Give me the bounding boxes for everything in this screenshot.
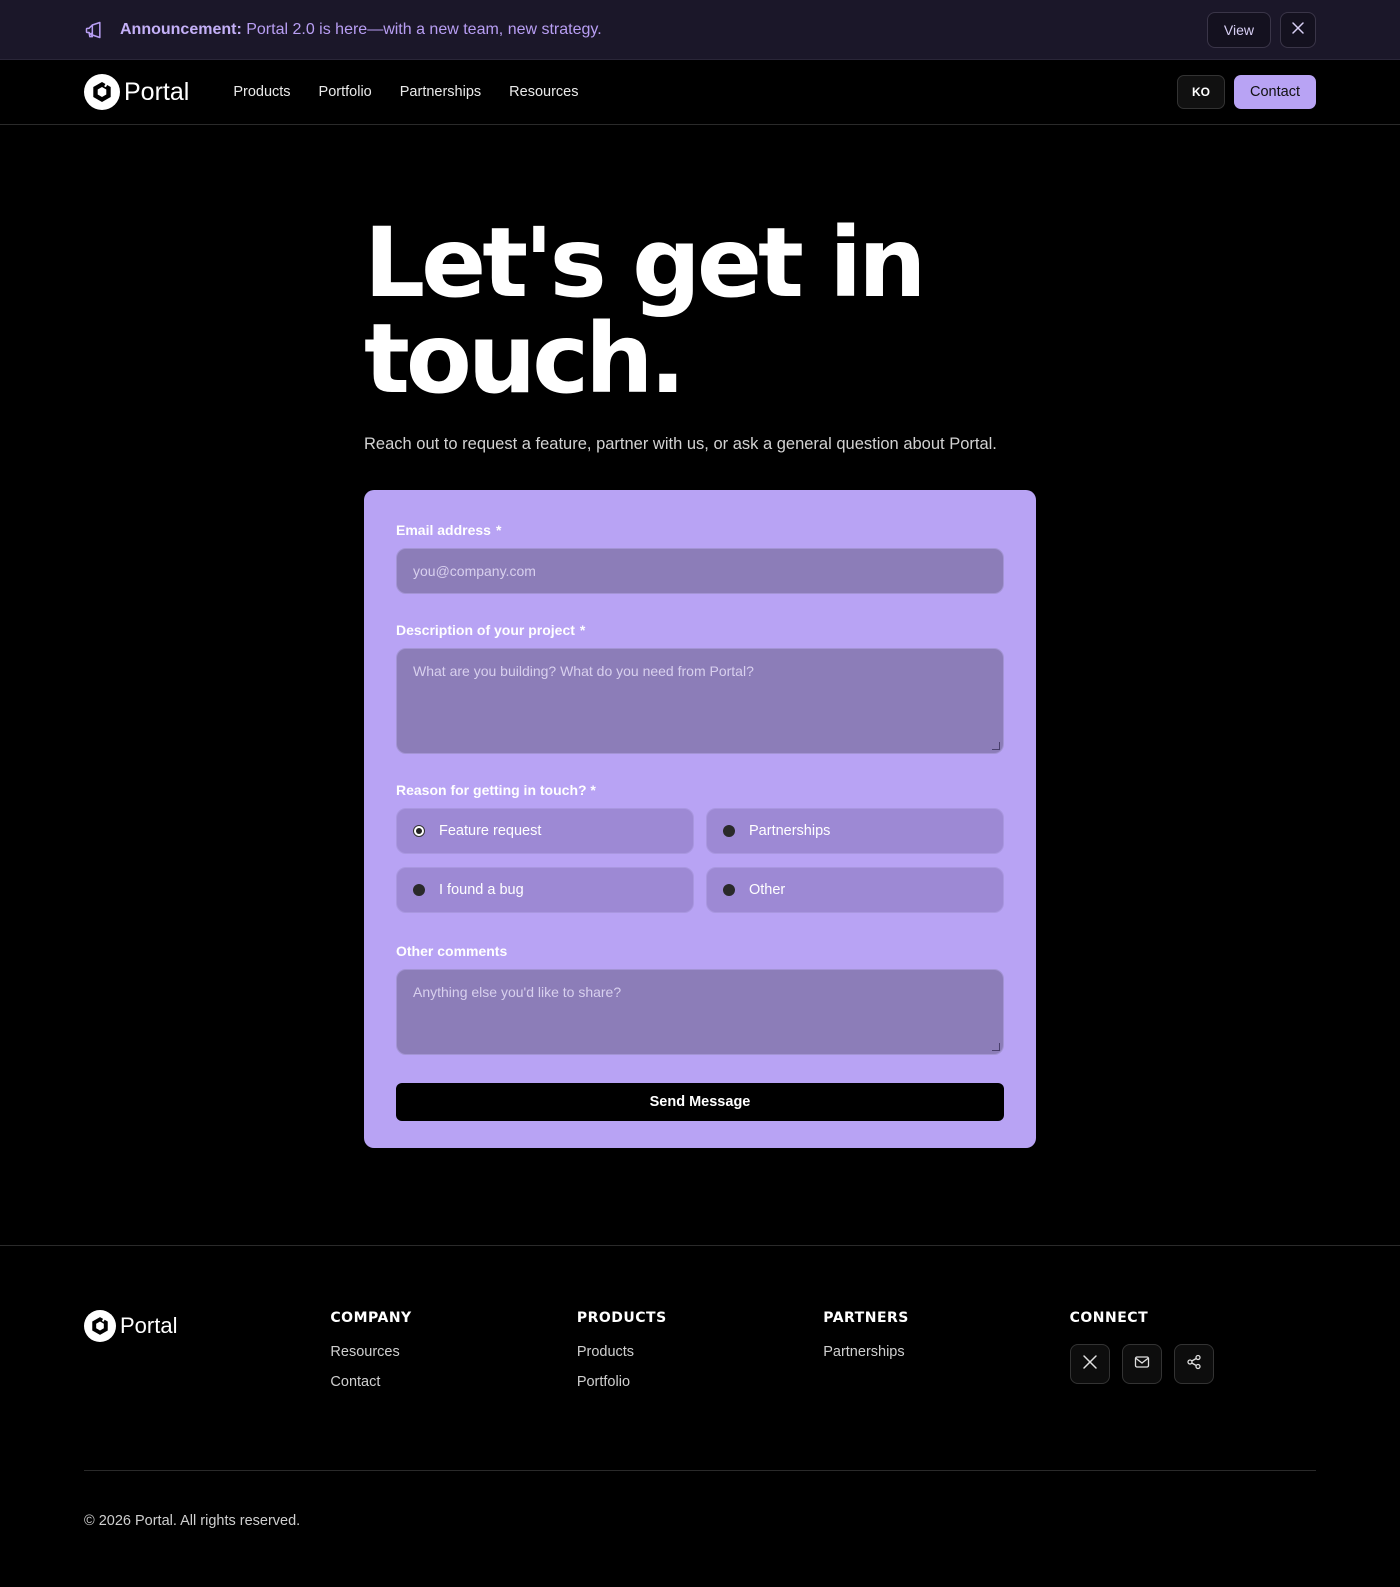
footer-heading: COMPANY bbox=[330, 1310, 412, 1326]
send-message-button[interactable]: Send Message bbox=[396, 1083, 1004, 1121]
contact-button[interactable]: Contact bbox=[1234, 75, 1316, 109]
announcement-message: Portal 2.0 is here—with a new team, new … bbox=[246, 20, 602, 38]
announcement-prefix: Announcement: bbox=[120, 20, 242, 38]
nav-link-products[interactable]: Products bbox=[233, 84, 290, 100]
footer-heading: PARTNERS bbox=[823, 1310, 909, 1326]
close-icon bbox=[1292, 21, 1304, 39]
footer-column-partners: PARTNERS Partnerships bbox=[823, 1310, 1069, 1404]
social-links bbox=[1069, 1344, 1316, 1384]
announcement-text: Announcement: Portal 2.0 is here—with a … bbox=[120, 21, 602, 39]
footer-link-partnerships[interactable]: Partnerships bbox=[823, 1344, 1069, 1360]
announcement-bar: Announcement: Portal 2.0 is here—with a … bbox=[0, 0, 1400, 60]
footer-column-products: PRODUCTS Products Portfolio bbox=[577, 1310, 823, 1404]
radio-unchecked-icon bbox=[723, 884, 735, 896]
footer-link-portfolio[interactable]: Portfolio bbox=[577, 1374, 823, 1390]
comments-label: Other comments bbox=[396, 943, 508, 959]
footer-link-contact[interactable]: Contact bbox=[330, 1374, 576, 1390]
email-field[interactable]: you@company.com bbox=[396, 548, 1004, 594]
share-social-button[interactable] bbox=[1173, 1344, 1214, 1384]
close-announcement-button[interactable] bbox=[1280, 11, 1316, 48]
main-nav: Portal Products Portfolio Partnerships R… bbox=[0, 60, 1400, 125]
x-social-button[interactable] bbox=[1069, 1344, 1110, 1384]
nav-links: Products Portfolio Partnerships Resource… bbox=[233, 84, 606, 100]
brand-name: Portal bbox=[124, 77, 190, 106]
reason-label: Reason for getting in touch? * bbox=[396, 782, 596, 798]
footer-divider bbox=[84, 1470, 1316, 1471]
radio-found-bug[interactable]: I found a bug bbox=[396, 867, 694, 913]
nav-link-portfolio[interactable]: Portfolio bbox=[319, 84, 372, 100]
view-announcement-button[interactable]: View bbox=[1206, 11, 1271, 48]
share-icon bbox=[1186, 1354, 1202, 1375]
radio-partnerships[interactable]: Partnerships bbox=[706, 808, 1004, 854]
footer-link-resources[interactable]: Resources bbox=[330, 1344, 576, 1360]
description-placeholder: What are you building? What do you need … bbox=[413, 663, 754, 679]
footer-column-company: COMPANY Resources Contact bbox=[330, 1310, 576, 1404]
footer-link-products[interactable]: Products bbox=[577, 1344, 823, 1360]
language-toggle-button[interactable]: KO bbox=[1177, 75, 1226, 109]
mail-social-button[interactable] bbox=[1121, 1344, 1162, 1384]
hero-section: Let's get in touch. Reach out to request … bbox=[0, 125, 1400, 454]
page-title: Let's get in touch. bbox=[364, 215, 1004, 407]
copyright-text: © 2026 Portal. All rights reserved. bbox=[84, 1513, 301, 1529]
hero-subtitle: Reach out to request a feature, partner … bbox=[364, 435, 997, 453]
reason-radio-group: Feature request Partnerships I found a b… bbox=[396, 808, 1004, 913]
radio-feature-request[interactable]: Feature request bbox=[396, 808, 694, 854]
resize-handle[interactable] bbox=[992, 742, 1000, 750]
radio-unchecked-icon bbox=[413, 884, 425, 896]
portal-logo-icon bbox=[84, 74, 120, 110]
footer-heading: PRODUCTS bbox=[576, 1310, 667, 1326]
footer-column-connect: CONNECT bbox=[1069, 1310, 1316, 1404]
brand-logo-link[interactable]: Portal bbox=[84, 74, 189, 110]
mail-icon bbox=[1134, 1354, 1150, 1375]
nav-link-partnerships[interactable]: Partnerships bbox=[400, 84, 481, 100]
radio-unchecked-icon bbox=[723, 825, 735, 837]
footer-brand[interactable]: Portal bbox=[84, 1310, 330, 1404]
footer-heading: CONNECT bbox=[1069, 1310, 1149, 1326]
contact-form: Email address * you@company.com Descripti… bbox=[364, 490, 1036, 1148]
description-label: Description of your project * bbox=[396, 622, 586, 638]
portal-logo-icon bbox=[84, 1310, 116, 1342]
footer: Portal COMPANY Resources Contact PRODUCT… bbox=[0, 1245, 1400, 1529]
comments-placeholder: Anything else you'd like to share? bbox=[413, 984, 622, 1000]
title-line-2: touch. bbox=[364, 303, 686, 415]
email-label: Email address * bbox=[396, 522, 502, 538]
comments-textarea[interactable]: Anything else you'd like to share? bbox=[396, 969, 1004, 1055]
nav-link-resources[interactable]: Resources bbox=[509, 84, 578, 100]
radio-checked-icon bbox=[413, 825, 425, 837]
footer-brand-name: Portal bbox=[120, 1313, 178, 1338]
description-textarea[interactable]: What are you building? What do you need … bbox=[396, 648, 1004, 754]
megaphone-icon bbox=[84, 19, 106, 41]
radio-other[interactable]: Other bbox=[706, 867, 1004, 913]
resize-handle[interactable] bbox=[992, 1043, 1000, 1051]
x-icon bbox=[1082, 1354, 1098, 1375]
